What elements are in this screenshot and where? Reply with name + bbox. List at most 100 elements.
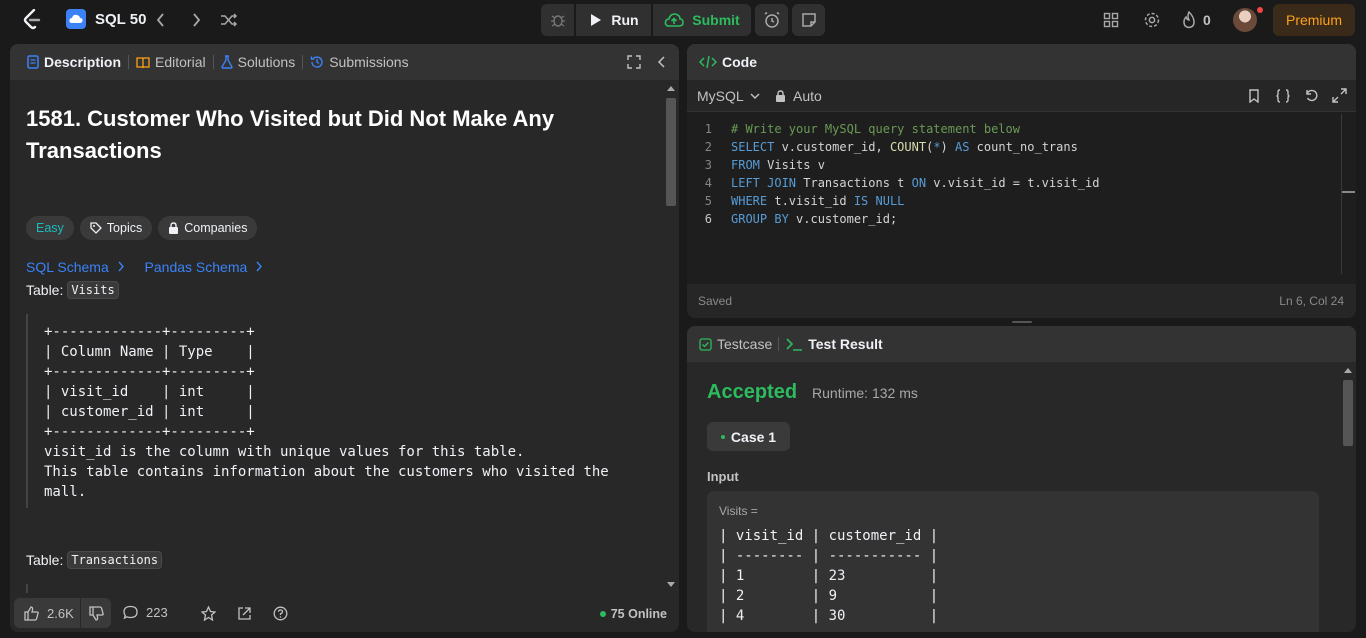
code-line[interactable]: 3 FROM Visits v: [687, 156, 1342, 174]
topics-chip[interactable]: Topics: [79, 216, 153, 240]
save-status: Saved: [698, 294, 733, 308]
description-content: 1581. Customer Who Visited but Did Not M…: [10, 80, 660, 593]
book-icon: [136, 56, 150, 68]
share-icon[interactable]: [237, 606, 252, 621]
panel-resize-handle[interactable]: [1012, 321, 1032, 323]
code-text: # Write your MySQL query statement below: [731, 122, 1020, 136]
maximize-icon[interactable]: [627, 55, 641, 69]
tab-test-result[interactable]: Test Result: [779, 326, 889, 362]
lock-icon: [169, 222, 179, 234]
pandas-schema-link[interactable]: Pandas Schema: [145, 259, 264, 275]
layout-icon[interactable]: [1103, 12, 1119, 28]
tab-submissions-label: Submissions: [329, 54, 409, 70]
result-scrollbar[interactable]: [1341, 364, 1355, 632]
tab-code[interactable]: Code: [697, 44, 759, 80]
case-tab[interactable]: Case 1: [707, 422, 790, 451]
description-tabbar: Description Editorial Solutions Submissi…: [10, 44, 679, 80]
scrollbar-thumb[interactable]: [1343, 380, 1353, 446]
tab-testcase[interactable]: Testcase: [697, 326, 778, 362]
avatar[interactable]: [1233, 7, 1263, 32]
like-button[interactable]: 2.6K: [14, 598, 80, 628]
shuffle-icon[interactable]: [220, 12, 238, 28]
comments-button[interactable]: 223: [123, 605, 168, 620]
table-name-code: Transactions: [67, 551, 163, 569]
dislike-button[interactable]: [81, 598, 111, 628]
cursor-position: Ln 6, Col 24: [1279, 294, 1344, 308]
format-braces-icon[interactable]: [1275, 88, 1291, 104]
table-heading-transactions: Table: Transactions: [26, 551, 163, 569]
code-line[interactable]: 4 LEFT JOIN Transactions t ON v.visit_id …: [687, 174, 1342, 192]
thumbs-up-icon: [24, 605, 39, 621]
schema-line: | customer_id | int |: [44, 404, 255, 420]
language-select[interactable]: MySQL: [697, 88, 760, 104]
star-icon[interactable]: [201, 606, 216, 621]
line-number: 6: [704, 212, 712, 226]
help-icon[interactable]: [273, 606, 288, 621]
line-number: 2: [704, 140, 712, 154]
code-line[interactable]: 1 # Write your MySQL query statement belo…: [687, 120, 1342, 138]
code-line[interactable]: 6 GROUP BY v.customer_id;: [687, 210, 1342, 228]
submit-button[interactable]: Submit: [653, 4, 751, 36]
schema-line: +-------------+---------+: [44, 364, 255, 380]
description-scrollbar[interactable]: [664, 82, 678, 590]
chevron-left-icon[interactable]: [155, 12, 167, 28]
tab-code-label: Code: [722, 54, 757, 70]
top-bar: SQL 50 Run Submit 0 Premium: [0, 0, 1366, 40]
leetcode-logo[interactable]: [22, 8, 42, 31]
companies-chip[interactable]: Companies: [158, 216, 258, 240]
code-tabbar: Code: [687, 44, 1356, 80]
sql-schema-link[interactable]: SQL Schema: [26, 259, 125, 275]
case-status-dot: [720, 434, 725, 439]
input-row-line: | 1 | 23 |: [719, 568, 939, 584]
tab-editorial[interactable]: Editorial: [129, 44, 213, 80]
code-text: WHERE t.visit_id IS NULL: [731, 194, 905, 208]
premium-button[interactable]: Premium: [1273, 4, 1355, 36]
run-button[interactable]: Run: [576, 4, 651, 36]
history-icon: [311, 56, 323, 68]
tab-submissions[interactable]: Submissions: [303, 44, 415, 80]
debug-button[interactable]: [541, 4, 574, 36]
input-box: Visits = | visit_id | customer_id | | ---…: [707, 491, 1319, 632]
code-editor[interactable]: 1 # Write your MySQL query statement belo…: [687, 120, 1342, 280]
scrollbar-thumb[interactable]: [666, 98, 676, 206]
editor-scrollbar[interactable]: [1341, 114, 1342, 274]
scroll-down-arrow[interactable]: [667, 582, 675, 587]
comment-icon: [123, 605, 138, 620]
problem-list-button[interactable]: SQL 50: [66, 9, 146, 29]
problem-title: 1581. Customer Who Visited but Did Not M…: [26, 106, 555, 163]
tab-description[interactable]: Description: [20, 44, 128, 80]
chevron-right-icon: [118, 261, 124, 272]
code-text: LEFT JOIN Transactions t ON v.visit_id =…: [731, 176, 1100, 190]
bookmark-icon[interactable]: [1248, 89, 1260, 103]
fire-icon: [1183, 11, 1195, 29]
schema-links: SQL Schema Pandas Schema: [26, 259, 263, 275]
editor-scroll-marker: [1342, 191, 1355, 193]
editor-statusbar: Saved Ln 6, Col 24: [687, 284, 1356, 318]
alarm-clock-icon: [764, 11, 779, 28]
collapse-panel-icon[interactable]: [657, 55, 667, 69]
tab-solutions-label: Solutions: [237, 54, 296, 70]
code-line[interactable]: 2 SELECT v.customer_id, COUNT(*) AS count…: [687, 138, 1342, 156]
code-line[interactable]: 5 WHERE t.visit_id IS NULL: [687, 192, 1342, 210]
tab-description-label: Description: [44, 54, 122, 70]
notes-button[interactable]: [792, 4, 825, 36]
reset-icon[interactable]: [1304, 88, 1319, 103]
terminal-icon: [786, 337, 803, 351]
auto-mode-toggle[interactable]: Auto: [775, 88, 822, 104]
premium-label: Premium: [1285, 12, 1342, 28]
schema-line: +-------------+---------+: [44, 324, 255, 340]
settings-gear-icon[interactable]: [1143, 11, 1161, 29]
chevron-right-icon[interactable]: [190, 12, 202, 28]
scroll-up-arrow[interactable]: [667, 86, 675, 91]
tab-solutions[interactable]: Solutions: [214, 44, 303, 80]
timer-button[interactable]: [755, 4, 788, 36]
thumbs-down-icon: [88, 605, 104, 621]
fullscreen-icon[interactable]: [1332, 88, 1347, 103]
comments-count: 223: [146, 605, 168, 620]
difficulty-badge: Easy: [26, 216, 74, 240]
schema-line: | visit_id | int |: [44, 384, 255, 400]
code-icon: [699, 55, 717, 69]
play-icon: [591, 14, 602, 26]
streak-counter[interactable]: 0: [1182, 11, 1211, 29]
scroll-up-arrow[interactable]: [1344, 368, 1352, 373]
